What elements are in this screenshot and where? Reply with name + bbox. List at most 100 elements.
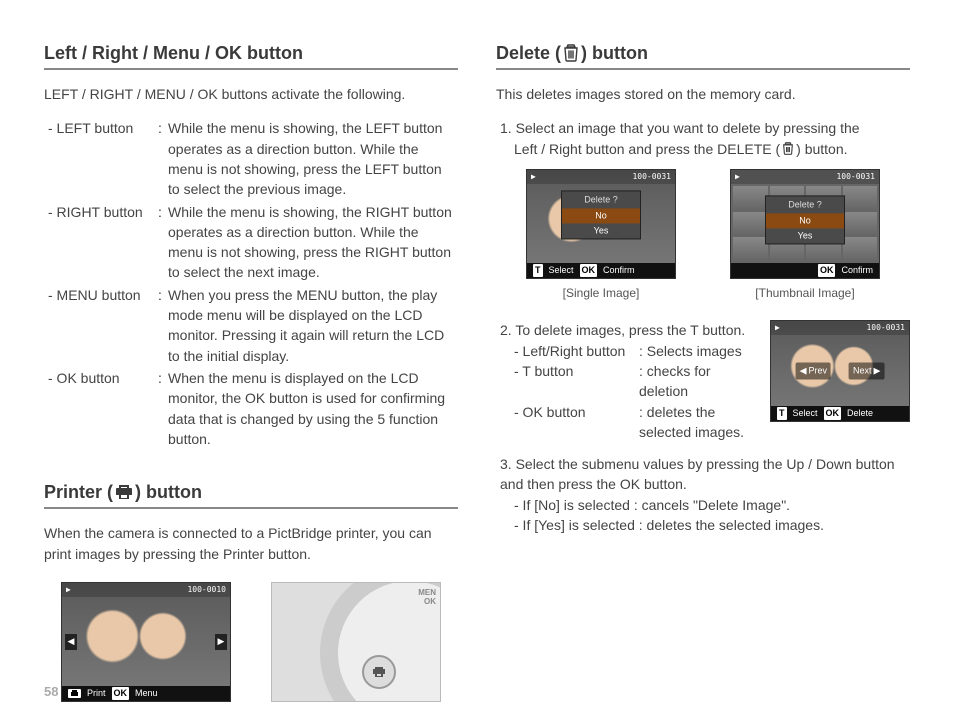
button-definitions: - LEFT button : While the menu is showin… [44, 118, 458, 449]
step1-line1: 1. Select an image that you want to dele… [500, 118, 910, 138]
arrow-right-icon: ▶ [215, 634, 227, 650]
printer-button-circle [362, 655, 396, 689]
def-right-term: - RIGHT button [48, 202, 158, 283]
right-column: Delete ( ) button This deletes images st… [496, 40, 910, 702]
lcd-botbar: OK Confirm [731, 263, 879, 278]
left-column: Left / Right / Menu / OK button LEFT / R… [44, 40, 458, 702]
prev-label: Prev [808, 365, 827, 378]
def-left-desc: While the menu is showing, the LEFT butt… [168, 118, 454, 199]
printer-icon [372, 666, 386, 678]
heading-printer-pre: Printer ( [44, 479, 113, 505]
step2-lead: 2. To delete images, press the T button. [500, 320, 756, 340]
trash-icon [563, 44, 579, 62]
lcd-topbar: ▶ 100-0031 [771, 321, 909, 335]
bot-confirm-label: Confirm [603, 264, 635, 277]
caption-single: [Single Image] [526, 285, 676, 302]
step2-t-desc: : checks for deletion [639, 361, 756, 402]
bot-delete-label: Delete [847, 407, 873, 420]
fig-single: ▶ 100-0031 Delete ? No Yes T Select OK C… [526, 169, 676, 302]
step-3: 3. Select the submenu values by pressing… [496, 454, 910, 535]
file-counter: 100-0031 [632, 171, 671, 183]
delete-dialog: Delete ? No Yes [561, 191, 641, 240]
bot-print-label: Print [87, 687, 106, 700]
ok-tag: OK [818, 264, 836, 277]
delete-dialog: Delete ? No Yes [765, 195, 845, 244]
next-button: Next ▶ [849, 363, 884, 380]
lcd-topbar: ▶ 100-0031 [731, 170, 879, 184]
play-icon: ▶ [531, 171, 536, 183]
dialog-opt-yes: Yes [766, 228, 844, 243]
def-colon: : [158, 368, 168, 449]
file-counter: 100-0031 [836, 171, 875, 183]
dialog-opt-yes: Yes [562, 224, 640, 239]
lcd-topbar: ▶ 100-0031 [527, 170, 675, 184]
printer-icon [115, 484, 133, 500]
step-1: 1. Select an image that you want to dele… [496, 118, 910, 159]
menu-ok-label: MEN OK [418, 589, 436, 607]
step1-line2: Left / Right button and press the DELETE… [500, 139, 910, 159]
def-colon: : [158, 118, 168, 199]
ok-tag: OK [824, 407, 842, 420]
dialog-opt-no: No [562, 209, 640, 224]
lcd-botbar: T Select OK Delete [771, 406, 909, 421]
lrmo-intro: LEFT / RIGHT / MENU / OK buttons activat… [44, 84, 458, 104]
heading-delete-post: ) button [581, 40, 648, 66]
step-2: 2. To delete images, press the T button.… [496, 320, 910, 442]
step2-row-ok2: selected images. [500, 422, 756, 442]
heading-delete: Delete ( ) button [496, 40, 910, 70]
def-ok: - OK button : When the menu is displayed… [48, 368, 454, 449]
heading-printer-post: ) button [135, 479, 202, 505]
play-icon: ▶ [775, 322, 780, 334]
lcd-single-image: ▶ 100-0031 Delete ? No Yes T Select OK C… [526, 169, 676, 279]
printer-figures: ▶ 100-0010 ◀ ▶ Print OK Menu MEN [44, 582, 458, 702]
step1-text-b: Left / Right button and press the DELETE… [514, 139, 780, 159]
def-ok-term: - OK button [48, 368, 158, 449]
def-left: - LEFT button : While the menu is showin… [48, 118, 454, 199]
arrow-left-icon: ◀ [65, 634, 77, 650]
printer-tag-icon [68, 689, 81, 698]
step2-ok-desc: : deletes the [639, 402, 715, 422]
lcd-botbar: T Select OK Confirm [527, 263, 675, 278]
step2-text: 2. To delete images, press the T button.… [500, 320, 756, 442]
printer-intro: When the camera is connected to a PictBr… [44, 523, 458, 564]
step2-row-ok: - OK button : deletes the [500, 402, 756, 422]
sample-photo [62, 583, 230, 701]
lcd-thumbnail-image: ▶ 100-0031 Delete ? No Yes OK [730, 169, 880, 279]
def-right-desc: While the menu is showing, the RIGHT but… [168, 202, 454, 283]
page-columns: Left / Right / Menu / OK button LEFT / R… [44, 40, 910, 702]
heading-lrmo: Left / Right / Menu / OK button [44, 40, 458, 70]
heading-lrmo-text: Left / Right / Menu / OK button [44, 40, 303, 66]
def-menu: - MENU button : When you press the MENU … [48, 285, 454, 366]
ok-tag: OK [580, 264, 598, 277]
def-left-term: - LEFT button [48, 118, 158, 199]
heading-printer: Printer ( ) button [44, 479, 458, 509]
next-label: Next [853, 365, 872, 378]
delete-intro: This deletes images stored on the memory… [496, 84, 910, 104]
dialog-title: Delete ? [766, 196, 844, 213]
def-right: - RIGHT button : While the menu is showi… [48, 202, 454, 283]
step3-no: - If [No] is selected : cancels "Delete … [500, 495, 910, 515]
step3-yes: - If [Yes] is selected : deletes the sel… [500, 515, 910, 535]
caption-thumb: [Thumbnail Image] [730, 285, 880, 302]
step2-ok-term: - OK button [514, 402, 639, 422]
bot-select-label: Select [793, 407, 818, 420]
dialog-title: Delete ? [562, 192, 640, 209]
dialog-opt-no: No [766, 213, 844, 228]
t-tag: T [533, 264, 543, 277]
lcd-select-delete: ▶ 100-0031 ◀ Prev Next ▶ T Select OK Del… [770, 320, 910, 422]
step2-row-lr: - Left/Right button : Selects images [500, 341, 756, 361]
lcd-botbar: Print OK Menu [62, 686, 230, 701]
cam-label-ok: OK [418, 598, 436, 607]
def-colon: : [158, 202, 168, 283]
page-number: 58 [44, 683, 58, 702]
step2-row-t: - T button : checks for deletion [500, 361, 756, 402]
fig-thumb: ▶ 100-0031 Delete ? No Yes OK [730, 169, 880, 302]
step2-ok-desc2: selected images. [639, 422, 744, 442]
step2-t-term: - T button [514, 361, 639, 402]
def-colon: : [158, 285, 168, 366]
lcd-topbar: ▶ 100-0010 [62, 583, 230, 597]
heading-delete-pre: Delete ( [496, 40, 561, 66]
def-menu-desc: When you press the MENU button, the play… [168, 285, 454, 366]
step1-text-c: ) button. [796, 139, 847, 159]
lcd-print-preview: ▶ 100-0010 ◀ ▶ Print OK Menu [61, 582, 231, 702]
